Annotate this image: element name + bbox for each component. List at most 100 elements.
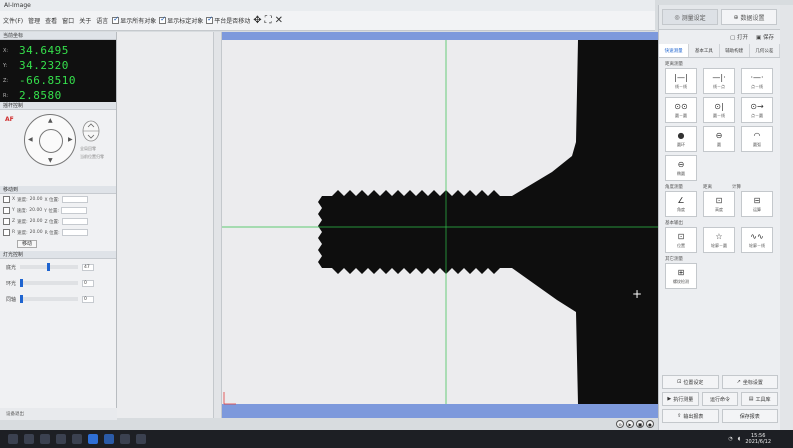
circle-icon: ⊖ bbox=[715, 131, 723, 140]
tool-calculate[interactable]: ⊟ 运算 bbox=[741, 191, 773, 217]
position-settings-button[interactable]: ⊡ 位置设定 bbox=[662, 375, 719, 389]
tool-arc[interactable]: ◠ 圆弧 bbox=[741, 126, 773, 152]
arrow-down-icon[interactable]: ▼ bbox=[48, 157, 53, 164]
move-y-input[interactable] bbox=[60, 207, 87, 214]
library-icon: ▤ bbox=[748, 396, 754, 402]
ring-light-value[interactable]: 0 bbox=[82, 279, 95, 287]
bottom-light-value[interactable]: 47 bbox=[82, 263, 95, 271]
menu-language[interactable]: 语言 bbox=[95, 16, 109, 25]
export-report-button[interactable]: ⇪ 输出报表 bbox=[662, 409, 719, 423]
camera-view[interactable]: + bbox=[222, 32, 658, 418]
move-x-input[interactable] bbox=[61, 196, 88, 203]
home-all-label[interactable]: 全局回零 bbox=[80, 146, 96, 152]
move-z-input[interactable] bbox=[61, 218, 88, 225]
tool-circle[interactable]: ⊖ 圆 bbox=[703, 126, 735, 152]
tool-circle-circle[interactable]: ⊙⊙ 圆－圆 bbox=[665, 97, 697, 123]
tool-library-button[interactable]: ▤ 工具库 bbox=[741, 392, 779, 406]
arrow-right-icon[interactable]: ▶ bbox=[68, 136, 73, 143]
tab-construct[interactable]: 辅助构建 bbox=[720, 44, 750, 57]
save-report-button[interactable]: 保存报表 bbox=[721, 409, 778, 423]
tool-angle[interactable]: ∠ 角度 bbox=[665, 191, 697, 217]
edge-icon[interactable] bbox=[40, 434, 50, 444]
show-all-objects-checkbox[interactable]: 显示所有对象 bbox=[112, 15, 156, 25]
right-scrollbar[interactable] bbox=[780, 5, 793, 430]
close-icon[interactable]: ✕ bbox=[275, 15, 283, 26]
stop-icon[interactable]: ■ bbox=[636, 420, 644, 428]
word-icon[interactable] bbox=[104, 434, 114, 444]
tool-point-line[interactable]: ·—· 点－线 bbox=[741, 68, 773, 94]
menu-window[interactable]: 窗口 bbox=[61, 16, 75, 25]
tool-circle-ring[interactable]: ● 圆环 bbox=[665, 126, 697, 152]
bottom-light-slider[interactable] bbox=[20, 263, 79, 271]
tool-position[interactable]: ⊡ 位置 bbox=[665, 227, 697, 253]
save-button[interactable]: ▣ 保存 bbox=[756, 33, 774, 41]
light-row-bottom: 底光 47 bbox=[0, 259, 116, 275]
circle-ring-icon: ● bbox=[677, 131, 685, 140]
autofocus-button[interactable]: AF bbox=[5, 116, 14, 123]
zoom-out-icon[interactable]: ⊖ bbox=[616, 420, 624, 428]
move-crosshair-icon[interactable]: ✥ bbox=[253, 15, 261, 26]
coaxial-light-slider[interactable] bbox=[20, 295, 79, 303]
move-r-checkbox[interactable] bbox=[3, 229, 10, 236]
tool-point-circle[interactable]: ⊙→ 点－圆 bbox=[741, 97, 773, 123]
angle-tools: ∠ 角度 ⊡ 高度 ⊟ 运算 bbox=[659, 191, 780, 217]
platform-move-checkbox[interactable]: 平台是否移动 bbox=[206, 15, 250, 25]
blank-area bbox=[117, 32, 213, 418]
fit-window-icon[interactable]: ⛶ bbox=[265, 15, 272, 26]
arrow-left-icon[interactable]: ◀ bbox=[28, 136, 33, 143]
move-x-checkbox[interactable] bbox=[3, 196, 10, 203]
position-icon: ⊡ bbox=[677, 379, 682, 385]
clock[interactable]: 15:56 2021/6/12 bbox=[745, 433, 771, 445]
wechat-icon[interactable] bbox=[56, 434, 66, 444]
play-icon[interactable]: ▶ bbox=[626, 420, 634, 428]
arrow-up-icon[interactable]: ▲ bbox=[48, 117, 53, 124]
move-r-input[interactable] bbox=[61, 229, 88, 236]
tool-line-line[interactable]: |—| 线－线 bbox=[665, 68, 697, 94]
menu-view[interactable]: 查看 bbox=[44, 16, 58, 25]
coordinate-settings-button[interactable]: ↗ 坐标设置 bbox=[721, 375, 778, 389]
tool-ellipse[interactable]: ⊖ 椭圆 bbox=[665, 155, 697, 181]
data-settings-button[interactable]: ⊕ 数据设置 bbox=[721, 9, 777, 25]
app-icon-2[interactable] bbox=[136, 434, 146, 444]
menu-file[interactable]: 文件(F) bbox=[2, 16, 24, 25]
joystick-center[interactable] bbox=[39, 129, 63, 153]
menu-about[interactable]: 关于 bbox=[78, 16, 92, 25]
run-command-button[interactable]: 运行命令 bbox=[701, 392, 739, 406]
run-measure-button[interactable]: ▶ 执行测量 bbox=[662, 392, 699, 406]
wifi-icon[interactable]: ◔ bbox=[728, 436, 732, 442]
zero-current-label[interactable]: 当前位置归零 bbox=[80, 154, 104, 160]
start-icon[interactable] bbox=[8, 434, 18, 444]
tool-thread-check[interactable]: ⊞ 螺纹检测 bbox=[665, 263, 697, 289]
axis-x-label: X: bbox=[3, 47, 9, 54]
move-row-z: Z 速度: 20.00 Z 位置: bbox=[0, 216, 116, 227]
zoom-control-icon[interactable] bbox=[82, 120, 100, 142]
ring-light-slider[interactable] bbox=[20, 279, 79, 287]
move-button[interactable]: 移动 bbox=[17, 240, 37, 248]
browser-icon[interactable] bbox=[88, 434, 98, 444]
tab-geometric-tolerance[interactable]: 几何公差 bbox=[750, 44, 780, 57]
measure-settings-button[interactable]: ◎ 测量设定 bbox=[662, 9, 718, 25]
volume-icon[interactable]: ◖ bbox=[738, 436, 741, 442]
menu-manage[interactable]: 管理 bbox=[27, 16, 41, 25]
tool-contour-line[interactable]: ∿∿ 轮廓－线 bbox=[741, 227, 773, 253]
move-y-checkbox[interactable] bbox=[3, 207, 10, 214]
tool-circle-line[interactable]: ⊙| 圆－线 bbox=[703, 97, 735, 123]
folder-icon[interactable] bbox=[72, 434, 82, 444]
search-icon[interactable] bbox=[24, 434, 34, 444]
tab-basic-tools[interactable]: 基本工具 bbox=[689, 44, 720, 57]
tool-contour-circle[interactable]: ☆ 轮廓－圆 bbox=[703, 227, 735, 253]
coaxial-light-value[interactable]: 0 bbox=[82, 295, 95, 303]
tool-line-point[interactable]: —|· 线－点 bbox=[703, 68, 735, 94]
tab-quick-measure[interactable]: 快速测量 bbox=[659, 44, 690, 57]
move-z-checkbox[interactable] bbox=[3, 218, 10, 225]
device-exit-button[interactable]: 设备退出 bbox=[0, 408, 117, 420]
record-icon[interactable]: ● bbox=[646, 420, 654, 428]
app-icon[interactable] bbox=[120, 434, 130, 444]
joystick-pad[interactable]: ▲ ▼ ◀ ▶ bbox=[24, 114, 76, 166]
output-tools: ⊡ 位置 ☆ 轮廓－圆 ∿∿ 轮廓－线 bbox=[659, 227, 780, 253]
tool-height[interactable]: ⊡ 高度 bbox=[703, 191, 735, 217]
distance-tools: |—| 线－线 —|· 线－点 ·—· 点－线 ⊙⊙ 圆－圆 ⊙| 圆－线 ⊙→ 点－圆 ●… bbox=[659, 68, 780, 181]
open-button[interactable]: ▢ 打开 bbox=[730, 33, 748, 41]
group-output-title: 基本输出 bbox=[665, 221, 683, 226]
show-calibration-checkbox[interactable]: 显示标定对象 bbox=[159, 15, 203, 25]
